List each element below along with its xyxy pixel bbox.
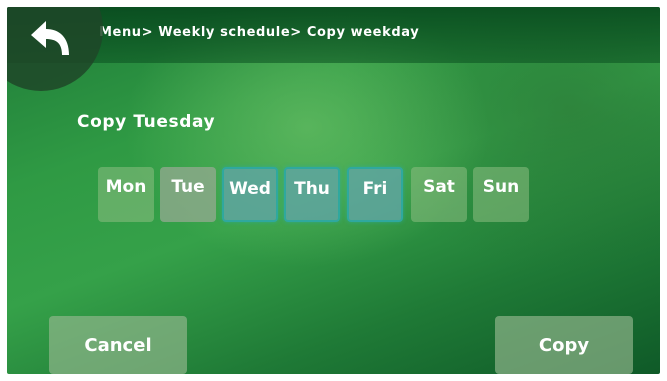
page-title: Copy Tuesday [77, 112, 216, 132]
day-button-sun[interactable]: Sun [473, 167, 529, 222]
day-button-wed[interactable]: Wed [222, 167, 278, 222]
day-button-mon[interactable]: Mon [98, 167, 154, 222]
day-button-sat[interactable]: Sat [411, 167, 467, 222]
day-button-tue[interactable]: Tue [160, 167, 216, 222]
top-bar: Menu> Weekly schedule> Copy weekday [7, 7, 660, 63]
thermostat-screen: Menu> Weekly schedule> Copy weekday Copy… [7, 7, 660, 374]
copy-button[interactable]: Copy [495, 316, 633, 374]
cancel-button[interactable]: Cancel [49, 316, 187, 374]
day-button-thu[interactable]: Thu [284, 167, 340, 222]
back-button[interactable] [7, 7, 103, 91]
back-arrow-icon [31, 21, 69, 55]
day-button-fri[interactable]: Fri [347, 167, 403, 222]
breadcrumb: Menu> Weekly schedule> Copy weekday [99, 25, 420, 40]
